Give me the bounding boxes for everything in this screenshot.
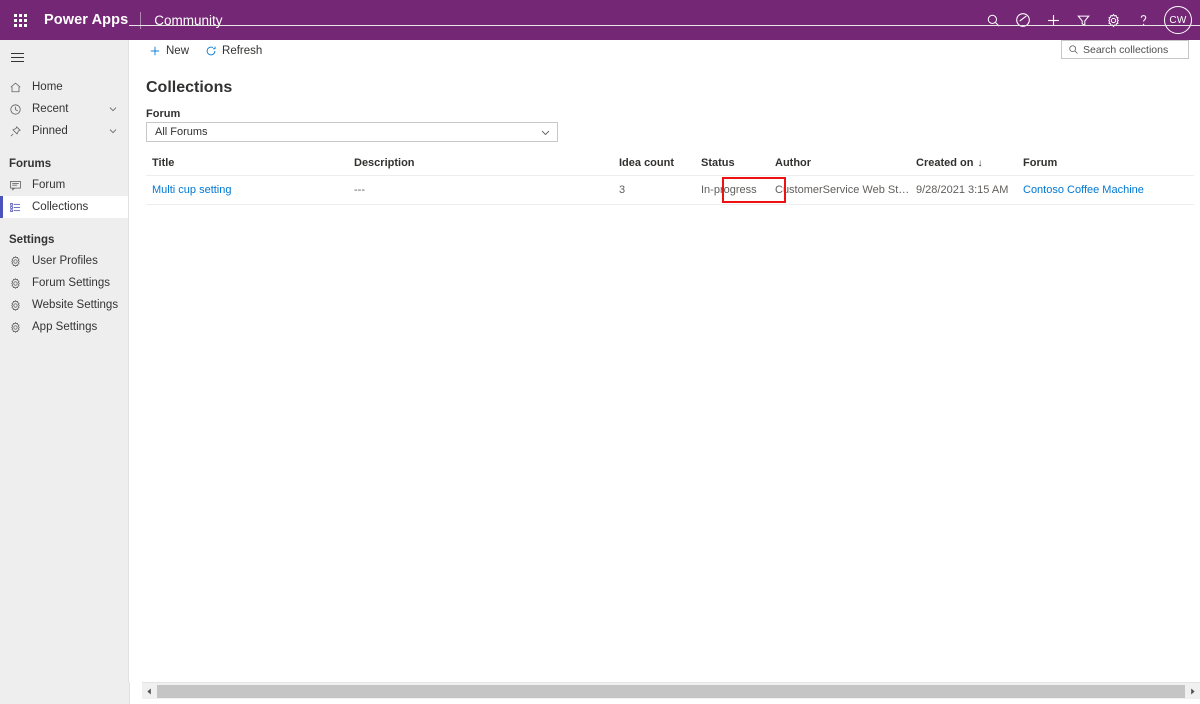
- new-button-label: New: [166, 45, 190, 57]
- sidebar-item-app-settings[interactable]: App Settings: [0, 316, 128, 338]
- sidebar-spacer-settings: [0, 218, 128, 230]
- search-icon: [1068, 44, 1079, 55]
- chevron-down-icon[interactable]: [540, 127, 551, 138]
- column-header-description[interactable]: Description: [348, 151, 613, 176]
- scrollbar-track[interactable]: [157, 683, 1185, 700]
- cell-author: CustomerService Web Staging: [769, 175, 910, 205]
- sidebar-item-recent[interactable]: Recent: [0, 98, 128, 120]
- column-header-title[interactable]: Title: [146, 151, 348, 176]
- sidebar-item-collections[interactable]: Collections: [0, 196, 128, 218]
- column-header-forum[interactable]: Forum: [1017, 151, 1194, 176]
- cell-title: Multi cup setting: [146, 175, 348, 205]
- sidebar-item-label: App Settings: [32, 321, 98, 333]
- forum-filter-value: All Forums: [155, 126, 208, 138]
- table-header: Title Description Idea count Status Auth…: [146, 151, 1194, 176]
- sidebar-item-pinned[interactable]: Pinned: [0, 120, 128, 142]
- sidebar-item-label: User Profiles: [32, 255, 98, 267]
- column-header-author[interactable]: Author: [769, 151, 910, 176]
- home-icon: [9, 79, 27, 95]
- sidebar-item-label: Recent: [32, 103, 69, 115]
- new-button[interactable]: New: [141, 40, 197, 62]
- sidebar-spacer-forums: [0, 142, 128, 154]
- forum-filter-dropdown[interactable]: All Forums: [146, 122, 558, 142]
- sidebar-item-website-settings[interactable]: Website Settings: [0, 294, 128, 316]
- cell-idea-count: 3: [613, 175, 695, 205]
- waffle-icon[interactable]: [0, 0, 40, 40]
- sidebar-item-forum[interactable]: Forum: [0, 174, 128, 196]
- column-header-idea-count[interactable]: Idea count: [613, 151, 695, 176]
- refresh-icon: [205, 45, 217, 57]
- search-input[interactable]: [1083, 43, 1183, 56]
- search-collections-box[interactable]: [1061, 40, 1189, 59]
- checkmark-circle-icon[interactable]: [1008, 0, 1038, 40]
- table-body: Multi cup setting --- 3 In-progress Cust…: [146, 175, 1194, 205]
- gear-icon: [9, 253, 27, 269]
- collections-table-wrapper: Title Description Idea count Status Auth…: [146, 151, 1194, 205]
- forum-link[interactable]: Contoso Coffee Machine: [1023, 184, 1144, 196]
- app-root: Power Apps Community CW Home Recent Pinn…: [0, 0, 1200, 704]
- sidebar-item-label: Home: [32, 81, 63, 93]
- table-row[interactable]: Multi cup setting --- 3 In-progress Cust…: [146, 175, 1194, 205]
- table-header-row: Title Description Idea count Status Auth…: [146, 151, 1194, 176]
- top-navigation-bar: Power Apps Community CW: [0, 0, 1200, 40]
- column-header-status[interactable]: Status: [695, 151, 769, 176]
- horizontal-scrollbar[interactable]: [142, 682, 1200, 699]
- chevron-down-icon[interactable]: [108, 104, 118, 114]
- avatar[interactable]: CW: [1164, 6, 1192, 34]
- cell-status: In-progress: [695, 175, 769, 205]
- chevron-down-icon[interactable]: [108, 126, 118, 136]
- command-bar-buttons: New Refresh: [129, 40, 1200, 62]
- page-title: Collections: [146, 79, 233, 96]
- sidebar-item-forum-settings[interactable]: Forum Settings: [0, 272, 128, 294]
- sidebar-item-label: Pinned: [32, 125, 68, 137]
- sidebar-spacer-top: [0, 68, 128, 76]
- cell-description: ---: [348, 175, 613, 205]
- sidebar: Home Recent Pinned Forums Forum Collecti…: [0, 40, 129, 704]
- collection-title-link[interactable]: Multi cup setting: [152, 184, 231, 196]
- refresh-button[interactable]: Refresh: [197, 40, 270, 62]
- list-icon: [9, 199, 27, 215]
- sidebar-item-label: Website Settings: [32, 299, 119, 311]
- brand-title[interactable]: Power Apps: [40, 12, 140, 28]
- collections-table: Title Description Idea count Status Auth…: [146, 151, 1194, 205]
- sidebar-item-home[interactable]: Home: [0, 76, 128, 98]
- gear-icon: [9, 319, 27, 335]
- sidebar-bottom-strip: [0, 682, 130, 704]
- sidebar-item-user-profiles[interactable]: User Profiles: [0, 250, 128, 272]
- cell-created-on: 9/28/2021 3:15 AM: [910, 175, 1017, 205]
- sort-descending-icon: ↓: [977, 157, 983, 169]
- command-bar-divider: [129, 25, 1200, 26]
- caret-right-icon[interactable]: [1185, 683, 1200, 700]
- scrollbar-thumb[interactable]: [157, 684, 1185, 698]
- hamburger-menu-icon[interactable]: [0, 46, 128, 68]
- main-content: Collections Forum All Forums Title Descr…: [129, 63, 1200, 681]
- filter-icon[interactable]: [1068, 0, 1098, 40]
- sidebar-group-settings: Settings: [9, 234, 55, 246]
- search-icon[interactable]: [978, 0, 1008, 40]
- plus-icon: [149, 45, 161, 57]
- message-icon: [9, 177, 27, 193]
- gear-icon: [9, 297, 27, 313]
- command-bar: New Refresh: [129, 40, 1200, 62]
- column-header-created-on[interactable]: Created on ↓: [910, 151, 1017, 176]
- column-header-created-on-label: Created on: [916, 156, 974, 169]
- clock-icon: [9, 101, 27, 117]
- sidebar-item-label: Forum Settings: [32, 277, 110, 289]
- cell-forum: Contoso Coffee Machine: [1017, 175, 1194, 205]
- sidebar-item-label: Collections: [32, 201, 89, 213]
- plus-icon[interactable]: [1038, 0, 1068, 40]
- gear-icon: [9, 275, 27, 291]
- pin-icon: [9, 123, 27, 139]
- caret-left-icon[interactable]: [142, 683, 157, 700]
- forum-filter-label: Forum: [146, 108, 181, 120]
- gear-icon[interactable]: [1098, 0, 1128, 40]
- question-mark-icon[interactable]: [1128, 0, 1158, 40]
- sidebar-item-label: Forum: [32, 179, 66, 191]
- sidebar-group-forums: Forums: [9, 158, 52, 170]
- refresh-button-label: Refresh: [222, 45, 263, 57]
